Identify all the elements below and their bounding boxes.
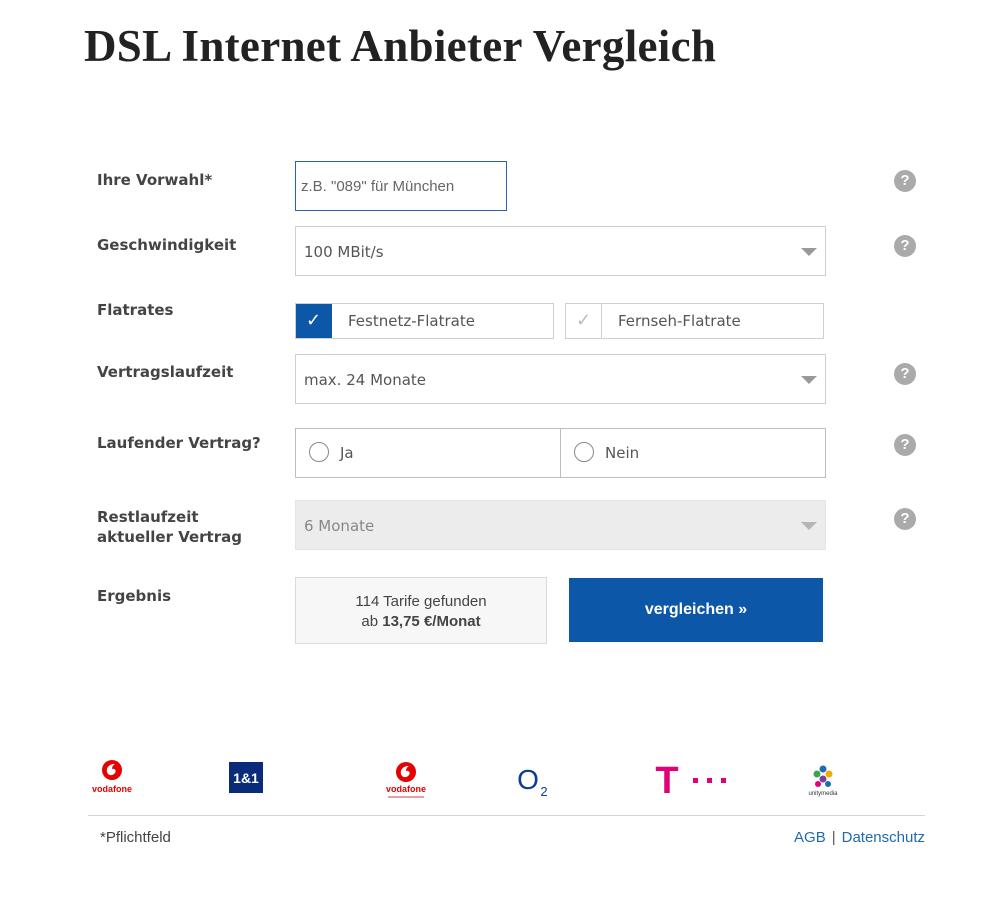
radio-ja-label: Ja	[340, 444, 354, 462]
unitymedia-logo-text: unitymedia	[808, 791, 838, 797]
laufzeit-select[interactable]: max. 24 Monate	[295, 354, 826, 404]
result-box: 114 Tarife gefunden ab 13,75 €/Monat	[295, 577, 547, 644]
fernseh-flatrate-checkbox[interactable]: ✓ Fernseh-Flatrate	[565, 303, 824, 339]
pflichtfeld-note: *Pflichtfeld	[100, 829, 171, 846]
vodafone-logo-text: vodafone	[92, 784, 132, 794]
help-icon-vorwahl[interactable]: ?	[894, 170, 916, 192]
vorwahl-label: Ihre Vorwahl*	[97, 171, 213, 189]
help-icon-laufend[interactable]: ?	[894, 434, 916, 456]
flatrates-label: Flatrates	[97, 301, 174, 319]
laufzeit-select-value: max. 24 Monate	[304, 371, 426, 389]
restlaufzeit-select: 6 Monate	[295, 500, 826, 550]
footer-divider	[88, 815, 925, 816]
footer-links: AGB | Datenschutz	[794, 829, 925, 846]
one-and-one-logo: 1&1	[229, 762, 263, 793]
vodafone-logo-2: vodafone	[379, 759, 433, 801]
result-price: 13,75 €/Monat	[382, 613, 481, 630]
result-price-prefix: ab	[361, 613, 379, 630]
laufzeit-label: Vertragslaufzeit	[97, 363, 234, 381]
datenschutz-link[interactable]: Datenschutz	[842, 829, 925, 846]
radio-nein-label: Nein	[605, 444, 640, 462]
radio-circle-icon	[574, 442, 594, 462]
help-icon-speed[interactable]: ?	[894, 235, 916, 257]
restlaufzeit-label: Restlaufzeit aktueller Vertrag	[97, 507, 242, 547]
restlaufzeit-label-line2: aktueller Vertrag	[97, 528, 242, 546]
radio-ja[interactable]: Ja	[295, 428, 561, 478]
help-icon-restlaufzeit[interactable]: ?	[894, 508, 916, 530]
o2-logo-text: O	[517, 764, 539, 795]
chevron-down-icon	[801, 376, 817, 384]
footer-separator: |	[831, 829, 836, 846]
vergleichen-button[interactable]: vergleichen »	[569, 578, 823, 642]
result-price-line: ab 13,75 €/Monat	[296, 612, 546, 632]
o2-logo: O 2	[513, 760, 555, 800]
telekom-logo: T	[654, 760, 730, 802]
help-icon-laufzeit[interactable]: ?	[894, 363, 916, 385]
vodafone-logo: vodafone	[86, 757, 138, 797]
vorwahl-input[interactable]	[295, 161, 507, 211]
chevron-down-icon	[801, 248, 817, 256]
vodafone-logo-2-text: vodafone	[386, 784, 426, 794]
checkmark-icon: ✓	[296, 304, 332, 338]
fernseh-flatrate-label: Fernseh-Flatrate	[618, 312, 741, 330]
page-title: DSL Internet Anbieter Vergleich	[84, 21, 717, 71]
restlaufzeit-label-line1: Restlaufzeit	[97, 508, 199, 526]
one-and-one-logo-text: 1&1	[233, 770, 259, 786]
unitymedia-logo: unitymedia	[801, 760, 845, 800]
speed-select-value: 100 MBit/s	[304, 243, 384, 261]
restlaufzeit-select-value: 6 Monate	[304, 517, 375, 535]
o2-logo-subscript: 2	[540, 784, 547, 799]
laufend-label: Laufender Vertrag?	[97, 434, 261, 452]
speed-label: Geschwindigkeit	[97, 236, 237, 254]
chevron-down-icon	[801, 522, 817, 530]
festnetz-flatrate-label: Festnetz-Flatrate	[348, 312, 475, 330]
agb-link[interactable]: AGB	[794, 829, 826, 846]
festnetz-flatrate-checkbox[interactable]: ✓ Festnetz-Flatrate	[295, 303, 554, 339]
ergebnis-label: Ergebnis	[97, 587, 172, 605]
result-count: 114 Tarife gefunden	[355, 593, 487, 610]
checkmark-icon: ✓	[566, 304, 602, 338]
radio-nein[interactable]: Nein	[560, 428, 826, 478]
telekom-logo-text: T	[655, 760, 678, 800]
speed-select[interactable]: 100 MBit/s	[295, 226, 826, 276]
radio-circle-icon	[309, 442, 329, 462]
